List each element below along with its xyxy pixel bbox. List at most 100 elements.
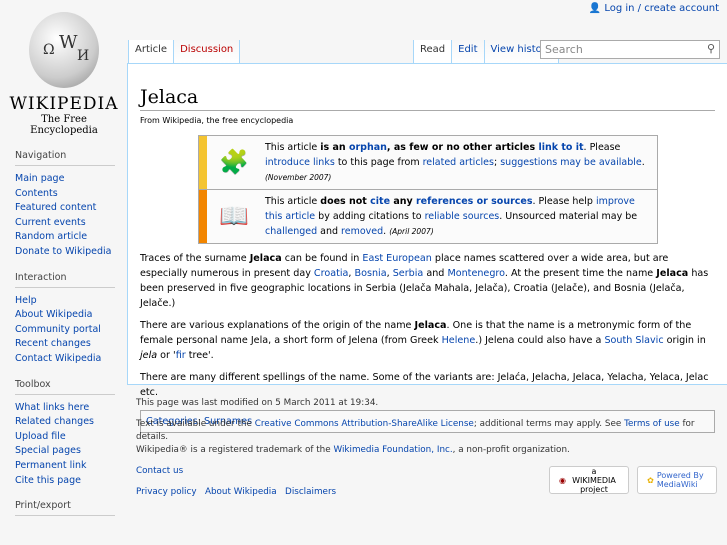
orphan-notice: 🧩 This article is an orphan, as few or n… xyxy=(198,135,658,190)
portal-navigation: Navigation Main page Contents Featured cont… xyxy=(15,150,127,260)
tab-discussion[interactable]: Discussion xyxy=(173,40,241,64)
cc-license-link[interactable]: Creative Commons Attribution-ShareAlike … xyxy=(255,419,474,429)
croatia-link[interactable]: Croatia xyxy=(314,268,349,279)
sidebar-item-what-links-here[interactable]: What links here xyxy=(15,402,89,413)
montenegro-link[interactable]: Montenegro xyxy=(447,268,504,279)
t: ; additional terms may apply. See xyxy=(473,419,625,429)
sidebar-item-about-wikipedia[interactable]: About Wikipedia xyxy=(15,309,92,320)
puzzle-icon: 🧩 xyxy=(219,148,249,176)
privacy-link[interactable]: Privacy policy xyxy=(136,487,197,497)
t: can be found in xyxy=(281,253,363,264)
terms-link[interactable]: Terms of use xyxy=(624,419,680,429)
removed-link[interactable]: removed xyxy=(341,226,383,237)
about-link[interactable]: About Wikipedia xyxy=(205,487,277,497)
paragraph-1: Traces of the surname Jelaca can be foun… xyxy=(140,251,715,311)
link-to-it-link[interactable]: link to it xyxy=(538,142,583,153)
bosnia-link[interactable]: Bosnia xyxy=(355,268,387,279)
glyph: W xyxy=(59,32,78,53)
notice-bar xyxy=(199,190,207,243)
sidebar-item-related-changes[interactable]: Related changes xyxy=(15,416,94,427)
orphan-link[interactable]: orphan xyxy=(349,142,387,153)
t: , a non-profit organization. xyxy=(452,445,570,455)
sidebar-item-recent-changes[interactable]: Recent changes xyxy=(15,338,91,349)
t: Powered By MediaWiki xyxy=(656,471,704,489)
t: any xyxy=(390,196,416,207)
fir-link[interactable]: fir xyxy=(176,350,186,361)
book-question-icon: 📖 xyxy=(219,202,249,230)
last-modified: This page was last modified on 5 March 2… xyxy=(136,398,379,408)
wmf-link[interactable]: Wikimedia Foundation, Inc. xyxy=(333,445,452,455)
t: Traces of the surname xyxy=(140,253,250,264)
t: .) Jelena could also have a xyxy=(475,335,605,346)
related-articles-link[interactable]: related articles xyxy=(423,157,494,168)
sidebar-item-current-events[interactable]: Current events xyxy=(15,217,86,228)
portal-heading: Navigation xyxy=(15,150,115,166)
mediawiki-badge[interactable]: ✿ Powered By MediaWiki xyxy=(637,466,717,494)
reliable-sources-link[interactable]: reliable sources xyxy=(425,211,500,222)
sidebar-item-upload-file[interactable]: Upload file xyxy=(15,431,66,442)
t: This article xyxy=(265,196,321,207)
tab-article[interactable]: Article xyxy=(128,40,174,64)
search-input[interactable]: Search ⚲ xyxy=(540,40,720,59)
t: by adding citations to xyxy=(315,211,425,222)
tab-read[interactable]: Read xyxy=(413,40,452,64)
references-link[interactable]: references or sources xyxy=(416,196,533,207)
cite-link[interactable]: cite xyxy=(370,196,390,207)
wikimedia-badge[interactable]: ◉ a WIKIMEDIA project xyxy=(549,466,629,494)
t: and xyxy=(317,226,342,237)
t: a WIKIMEDIA project xyxy=(572,466,616,494)
notice-text: This article does not cite any reference… xyxy=(261,190,657,243)
tab-edit[interactable]: Edit xyxy=(451,40,484,64)
t: . At the present time the name xyxy=(504,268,657,279)
sidebar-item-permanent-link[interactable]: Permanent link xyxy=(15,460,86,471)
t: Jelaca xyxy=(414,320,447,331)
sidebar-item-main-page[interactable]: Main page xyxy=(15,173,64,184)
portal-interaction: Interaction Help About Wikipedia Community … xyxy=(15,272,127,367)
footer-badges: ◉ a WIKIMEDIA project ✿ Powered By MediaWi… xyxy=(549,466,717,494)
sidebar-item-donate-to-wikipedia[interactable]: Donate to Wikipedia xyxy=(15,246,111,257)
disclaimers-link[interactable]: Disclaimers xyxy=(285,487,336,497)
t: Text is available under the xyxy=(136,419,255,429)
t: There are various explanations of the or… xyxy=(140,320,415,331)
t: does not xyxy=(320,196,371,207)
portal-heading: Interaction xyxy=(15,272,115,288)
t: or ' xyxy=(157,350,176,361)
paragraph-3: There are many different spellings of th… xyxy=(140,372,709,398)
sidebar-item-random-article[interactable]: Random article xyxy=(15,231,87,242)
t: . Please xyxy=(583,142,621,153)
portal-heading: Toolbox xyxy=(15,379,115,395)
helene-link[interactable]: Helene xyxy=(442,335,476,346)
tagline: The Free Encyclopedia xyxy=(30,114,98,136)
challenged-link[interactable]: challenged xyxy=(265,226,317,237)
wikipedia-logo[interactable]: ΩWИ WIKIPEDIA The Free Encyclopedia xyxy=(8,12,120,136)
t: jela xyxy=(140,350,158,361)
east-european-link[interactable]: East European xyxy=(362,253,431,264)
contact-link[interactable]: Contact us xyxy=(136,466,183,476)
namespace-tabs: Article Discussion xyxy=(128,40,241,64)
t: . xyxy=(641,157,645,168)
sidebar-item-contact-wikipedia[interactable]: Contact Wikipedia xyxy=(15,353,101,364)
t: Wikipedia® is a registered trademark of … xyxy=(136,445,334,455)
wikimedia-icon: ◉ xyxy=(559,475,566,485)
portal-print-export: Print/export xyxy=(15,500,127,517)
suggestions-link[interactable]: suggestions may be available xyxy=(500,157,641,168)
search-icon[interactable]: ⚲ xyxy=(707,42,715,55)
introduce-links-link[interactable]: introduce links xyxy=(265,157,335,168)
sidebar-item-special-pages[interactable]: Special pages xyxy=(15,445,81,456)
content: Jelaca From Wikipedia, the free encyclop… xyxy=(127,63,727,433)
login-link[interactable]: Log in / create account xyxy=(604,3,719,14)
south-slavic-link[interactable]: South Slavic xyxy=(604,335,663,346)
sunflower-icon: ✿ xyxy=(647,475,654,485)
serbia-link[interactable]: Serbia xyxy=(393,268,424,279)
wordmark: WIKIPEDIA xyxy=(9,94,119,114)
t: . Unsourced material may be xyxy=(499,211,638,222)
notice-bar xyxy=(199,136,207,189)
sidebar-item-community-portal[interactable]: Community portal xyxy=(15,324,101,335)
sidebar-item-contents[interactable]: Contents xyxy=(15,188,58,199)
sidebar-item-cite-this-page[interactable]: Cite this page xyxy=(15,475,81,486)
sidebar-item-help[interactable]: Help xyxy=(15,295,37,306)
sidebar-item-featured-content[interactable]: Featured content xyxy=(15,202,96,213)
t: tree'. xyxy=(185,350,214,361)
t: to this page from xyxy=(334,157,423,168)
personal-tools: 👤 Log in / create account xyxy=(589,3,719,14)
